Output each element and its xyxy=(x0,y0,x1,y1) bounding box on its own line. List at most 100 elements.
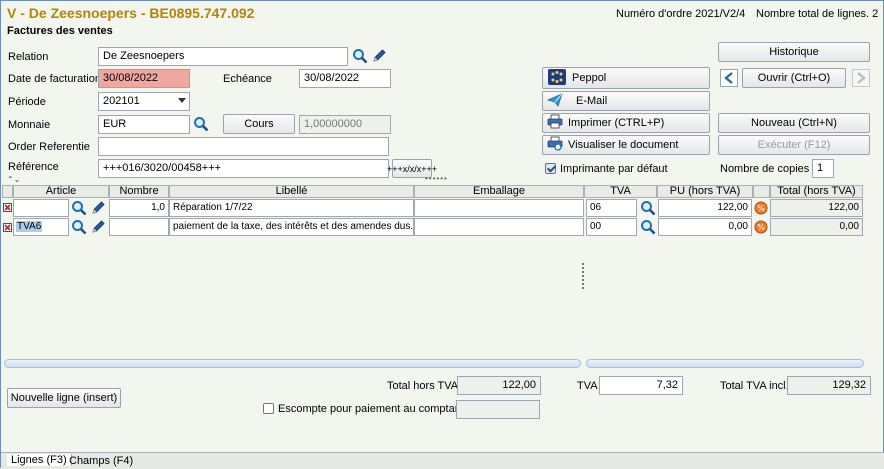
grid-horizontal-scrollbar-right[interactable] xyxy=(586,359,864,368)
row-2-tva[interactable]: 00 xyxy=(586,218,637,236)
currency-field[interactable]: EUR xyxy=(98,115,190,134)
column-header-tva[interactable]: TVA xyxy=(584,185,657,198)
column-header-nombre[interactable]: Nombre xyxy=(109,185,169,198)
article-search-icon[interactable] xyxy=(70,199,88,217)
email-label: E-Mail xyxy=(576,95,608,107)
next-icon[interactable] xyxy=(852,69,870,87)
row-2-total: 0,00 xyxy=(770,218,863,236)
article-edit-icon[interactable] xyxy=(89,199,107,217)
peppol-icon xyxy=(547,68,567,89)
print-label: Imprimer (CTRL+P) xyxy=(568,117,665,129)
history-button[interactable]: Historique xyxy=(718,42,870,62)
relation-label: Relation xyxy=(8,51,49,63)
discount-checkbox[interactable] xyxy=(263,403,274,414)
chevron-down-icon xyxy=(178,98,186,103)
row-2-nombre[interactable] xyxy=(109,218,169,236)
row-1-total: 122,00 xyxy=(770,199,863,217)
total-excl-label: Total hors TVA xyxy=(387,380,459,392)
row-2-article[interactable]: TVA6 xyxy=(13,218,69,236)
discount-icon[interactable]: % xyxy=(753,218,769,236)
discount-label: Escompte pour paiement au comptant xyxy=(278,403,464,415)
currency-search-icon[interactable] xyxy=(192,115,210,133)
period-value: 202101 xyxy=(103,95,140,107)
vat-value: 7,32 xyxy=(599,376,683,395)
period-label: Période xyxy=(8,96,46,108)
article-search-icon[interactable] xyxy=(70,218,88,236)
relation-search-icon[interactable] xyxy=(351,47,369,65)
row-2-emballage[interactable] xyxy=(414,218,584,236)
column-header-blank xyxy=(753,185,770,198)
delete-row-icon[interactable] xyxy=(2,220,13,234)
new-line-button[interactable]: Nouvelle ligne (insert) xyxy=(7,388,121,408)
view-document-button[interactable]: Visualiser le document xyxy=(542,135,710,155)
row-1-emballage[interactable] xyxy=(414,199,584,217)
tva-search-icon[interactable] xyxy=(639,199,657,217)
open-button[interactable]: Ouvrir (Ctrl+O) xyxy=(742,68,846,88)
delete-row-icon[interactable] xyxy=(2,200,13,214)
vat-label: TVA xyxy=(577,380,598,392)
collapse-arrows-icon[interactable]: ⌃⌄ xyxy=(7,175,20,184)
column-header-libelle[interactable]: Libellé xyxy=(169,185,414,198)
column-header-article[interactable]: Article xyxy=(13,185,109,198)
relation-field[interactable]: De Zeesnoepers xyxy=(98,47,348,66)
bottom-tab-bar: Lignes (F3) Champs (F4) xyxy=(1,452,884,469)
copies-label: Nombre de copies xyxy=(720,163,810,175)
line-count: Nombre total de lignes. 2 xyxy=(756,8,879,20)
svg-text:%: % xyxy=(757,223,765,232)
copies-field[interactable]: 1 xyxy=(812,159,834,178)
print-button[interactable]: Imprimer (CTRL+P) xyxy=(542,113,710,133)
new-button[interactable]: Nouveau (Ctrl+N) xyxy=(718,113,870,133)
invoice-window: V - De Zeesnoepers - BE0895.747.092 Fact… xyxy=(0,0,884,469)
column-header-pu[interactable]: PU (hors TVA) xyxy=(657,185,753,198)
discount-field xyxy=(456,400,540,419)
order-number: Numéro d'ordre 2021/V2/4 xyxy=(616,8,746,20)
tab-lines[interactable]: Lignes (F3) xyxy=(7,454,72,466)
article-edit-icon[interactable] xyxy=(89,218,107,236)
reference-field[interactable]: +++016/3020/00458+++ xyxy=(98,159,389,178)
row-1-nombre[interactable]: 1,0 xyxy=(109,199,169,217)
default-printer-label: Imprimante par défaut xyxy=(560,163,668,175)
tab-fields[interactable]: Champs (F4) xyxy=(69,455,133,467)
row-1-libelle[interactable]: Réparation 1/7/22 xyxy=(169,199,414,217)
grid-horizontal-scrollbar-left[interactable] xyxy=(4,359,581,368)
row-2-article-value: TVA6 xyxy=(16,221,43,232)
default-printer-checkbox[interactable] xyxy=(545,163,556,174)
row-1-pu[interactable]: 122,00 xyxy=(658,199,752,217)
page-title: Factures des ventes xyxy=(7,25,113,37)
vertical-splitter-grip[interactable] xyxy=(582,263,584,289)
discount-icon[interactable]: % xyxy=(753,199,769,217)
printer-icon xyxy=(547,114,563,132)
reference-label: Référence xyxy=(8,161,59,173)
rate-field: 1,00000000 xyxy=(299,115,391,134)
previous-icon[interactable] xyxy=(720,69,738,87)
column-header-emballage[interactable]: Emballage xyxy=(414,185,584,198)
grid-header-corner xyxy=(2,185,13,198)
relation-edit-icon[interactable] xyxy=(370,47,388,65)
total-incl-label: Total TVA incl. xyxy=(720,380,789,392)
splitter-grip-icon[interactable]: •••••• xyxy=(425,174,448,183)
total-incl-value: 129,32 xyxy=(787,376,871,395)
order-ref-field[interactable] xyxy=(98,137,389,156)
row-2-pu[interactable]: 0,00 xyxy=(658,218,752,236)
rate-button[interactable]: Cours xyxy=(223,114,295,134)
invoice-date-field[interactable]: 30/08/2022 xyxy=(98,69,190,88)
invoice-date-label: Date de facturation xyxy=(8,73,101,85)
row-1-tva[interactable]: 06 xyxy=(586,199,637,217)
row-2-libelle[interactable]: paiement de la taxe, des intérêts et des… xyxy=(169,218,414,236)
window-title: V - De Zeesnoepers - BE0895.747.092 xyxy=(7,5,255,21)
peppol-label: Peppol xyxy=(572,72,607,84)
total-excl-value: 122,00 xyxy=(457,376,541,395)
email-icon xyxy=(546,92,563,110)
due-date-field[interactable]: 30/08/2022 xyxy=(299,69,391,88)
svg-text:%: % xyxy=(757,204,765,213)
email-button[interactable]: E-Mail xyxy=(542,91,710,111)
currency-label: Monnaie xyxy=(8,119,51,131)
peppol-button[interactable]: Peppol xyxy=(542,67,710,89)
column-header-total[interactable]: Total (hors TVA) xyxy=(770,185,863,198)
order-ref-label: Order Referentie xyxy=(8,141,90,153)
row-1-article[interactable] xyxy=(13,199,69,217)
tva-search-icon[interactable] xyxy=(639,218,657,236)
due-date-label: Echéance xyxy=(223,73,272,85)
execute-button[interactable]: Exécuter (F12) xyxy=(718,135,870,155)
period-select[interactable]: 202101 xyxy=(98,92,190,111)
